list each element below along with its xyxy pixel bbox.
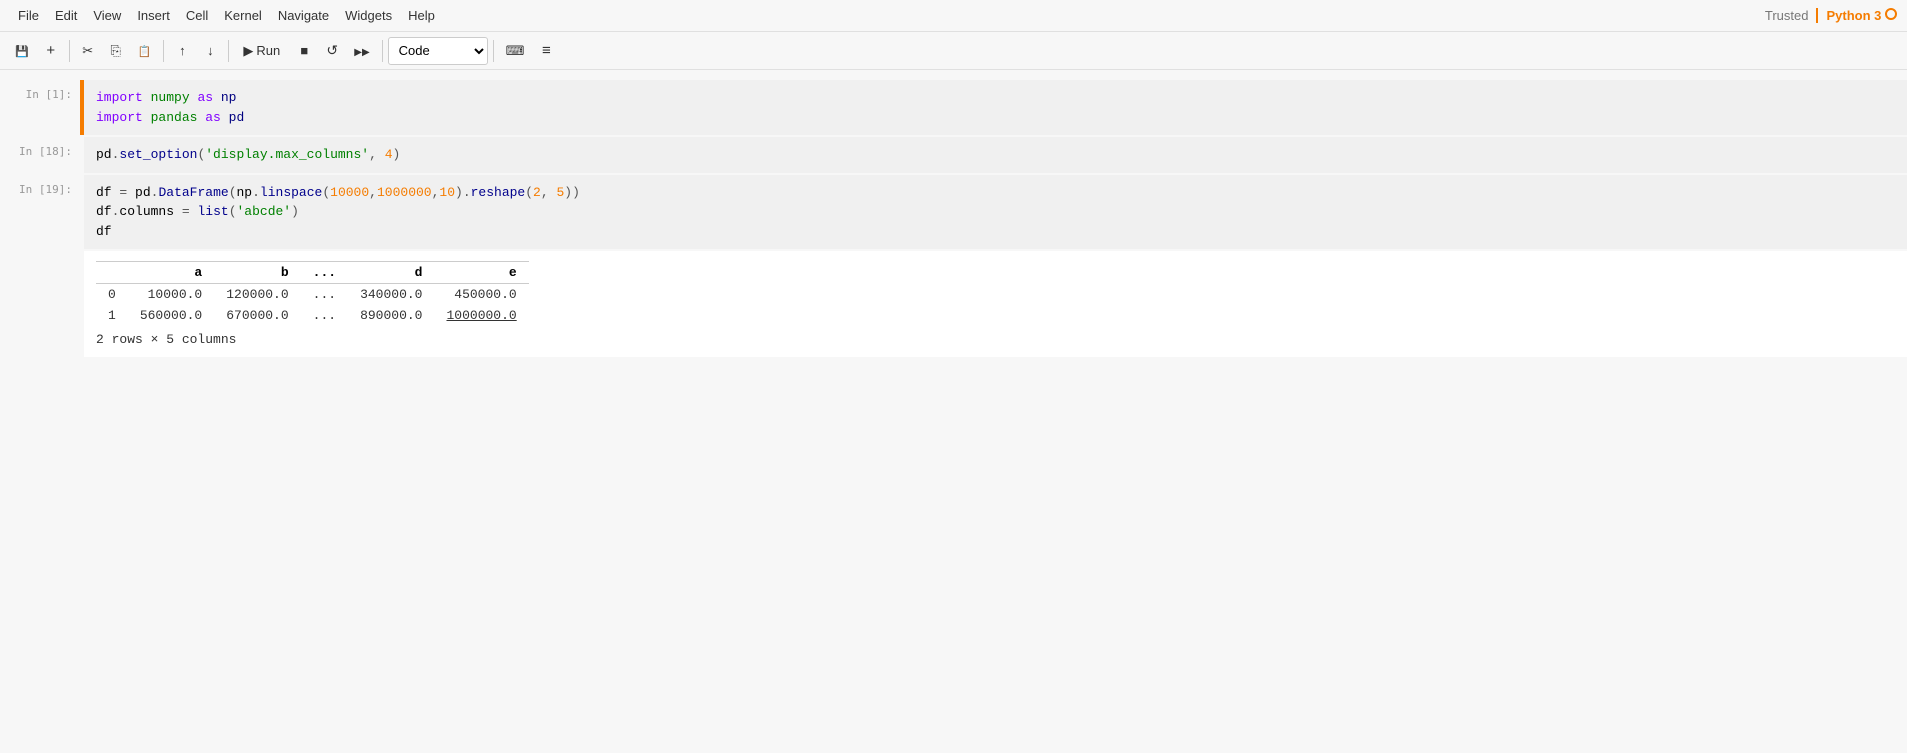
cell-1-content[interactable]: import numpy as np import pandas as pd (84, 80, 1907, 135)
dataframe-summary: 2 rows × 5 columns (96, 332, 1895, 347)
add-cell-button[interactable] (38, 37, 64, 65)
paste-button[interactable] (131, 37, 159, 65)
toolbar-separator-3 (228, 40, 229, 62)
command-palette-button[interactable] (533, 37, 559, 65)
menu-help[interactable]: Help (400, 6, 443, 25)
cell-row0-a: 10000.0 (128, 284, 214, 306)
move-up-button[interactable] (169, 37, 195, 65)
cell-19-line-1: df = pd.DataFrame(np.linspace(10000,1000… (96, 183, 1895, 203)
cell-row0-ellipsis: ... (301, 284, 348, 306)
trusted-label: Trusted (1765, 8, 1809, 23)
cell-row0-e: 450000.0 (434, 284, 528, 306)
menu-cell[interactable]: Cell (178, 6, 216, 25)
cell-row1-a: 560000.0 (128, 305, 214, 326)
dataframe-table: a b ... d e 0 10000.0 120000.0 ... 34000… (96, 261, 529, 326)
cell-18-content[interactable]: pd.set_option('display.max_columns', 4) (84, 137, 1907, 173)
cell-row0-d: 340000.0 (348, 284, 434, 306)
cell-1[interactable]: In [1]: import numpy as np import pandas… (0, 80, 1907, 135)
cell-row0-b: 120000.0 (214, 284, 300, 306)
col-header-e: e (434, 262, 528, 284)
cell-row1-ellipsis: ... (301, 305, 348, 326)
cell-18-line-1: pd.set_option('display.max_columns', 4) (96, 145, 1895, 165)
cell-row1-index: 1 (96, 305, 128, 326)
keyboard-icon (506, 43, 525, 59)
save-icon (15, 43, 29, 58)
run-label: Run (256, 43, 280, 58)
menu-file[interactable]: File (10, 6, 47, 25)
col-header-b: b (214, 262, 300, 284)
copy-icon (111, 43, 121, 59)
restart-button[interactable] (319, 37, 345, 65)
stop-button[interactable] (291, 37, 317, 65)
up-icon (179, 43, 186, 58)
menu-insert[interactable]: Insert (129, 6, 178, 25)
keyboard-shortcuts-button[interactable] (499, 37, 532, 65)
notebook: In [1]: import numpy as np import pandas… (0, 70, 1907, 753)
menubar: File Edit View Insert Cell Kernel Naviga… (0, 0, 1907, 32)
cell-1-label: In [1]: (0, 80, 80, 135)
command-icon (542, 42, 551, 59)
table-header-row: a b ... d e (96, 262, 529, 284)
cell-1-line-2: import pandas as pd (96, 108, 1895, 128)
cell-19[interactable]: In [19]: df = pd.DataFrame(np.linspace(1… (0, 175, 1907, 250)
cell-row1-d: 890000.0 (348, 305, 434, 326)
cell-19-label: In [19]: (0, 175, 80, 250)
paste-icon (138, 43, 152, 58)
toolbar-separator-1 (69, 40, 70, 62)
down-icon (207, 43, 214, 58)
kernel-status-circle (1885, 8, 1897, 20)
copy-button[interactable] (103, 37, 129, 65)
menu-navigate[interactable]: Navigate (270, 6, 337, 25)
kernel-name: Python 3 (1816, 8, 1897, 23)
cell-row1-b: 670000.0 (214, 305, 300, 326)
cell-19-content[interactable]: df = pd.DataFrame(np.linspace(10000,1000… (84, 175, 1907, 250)
stop-icon (300, 43, 308, 58)
cell-type-select[interactable]: Code (388, 37, 488, 65)
output-area: a b ... d e 0 10000.0 120000.0 ... 34000… (84, 251, 1907, 357)
kernel-indicator: Trusted Python 3 (1765, 8, 1897, 23)
move-down-button[interactable] (197, 37, 223, 65)
table-row: 0 10000.0 120000.0 ... 340000.0 450000.0 (96, 284, 529, 306)
menu-view[interactable]: View (85, 6, 129, 25)
cell-18-label: In [18]: (0, 137, 80, 173)
refresh-icon (326, 42, 338, 59)
menu-edit[interactable]: Edit (47, 6, 85, 25)
save-button[interactable] (8, 37, 36, 65)
toolbar: Run Code (0, 32, 1907, 70)
cell-19-line-2: df.columns = list('abcde') (96, 202, 1895, 222)
toolbar-separator-2 (163, 40, 164, 62)
col-header-a: a (128, 262, 214, 284)
cut-button[interactable] (75, 37, 101, 65)
restart-run-button[interactable] (347, 37, 376, 65)
cell-row0-index: 0 (96, 284, 128, 306)
cut-icon (82, 43, 93, 59)
col-header-ellipsis: ... (301, 262, 348, 284)
toolbar-separator-4 (382, 40, 383, 62)
play-icon (243, 43, 253, 59)
menu-widgets[interactable]: Widgets (337, 6, 400, 25)
cell-18[interactable]: In [18]: pd.set_option('display.max_colu… (0, 137, 1907, 173)
add-icon (46, 42, 55, 59)
ff-icon (354, 43, 369, 58)
run-button[interactable]: Run (234, 37, 289, 65)
col-header-d: d (348, 262, 434, 284)
cell-row1-e[interactable]: 1000000.0 (434, 305, 528, 326)
cell-1-line-1: import numpy as np (96, 88, 1895, 108)
col-header-index (96, 262, 128, 284)
toolbar-separator-5 (493, 40, 494, 62)
table-row: 1 560000.0 670000.0 ... 890000.0 1000000… (96, 305, 529, 326)
cell-19-line-3: df (96, 222, 1895, 242)
menu-kernel[interactable]: Kernel (216, 6, 270, 25)
